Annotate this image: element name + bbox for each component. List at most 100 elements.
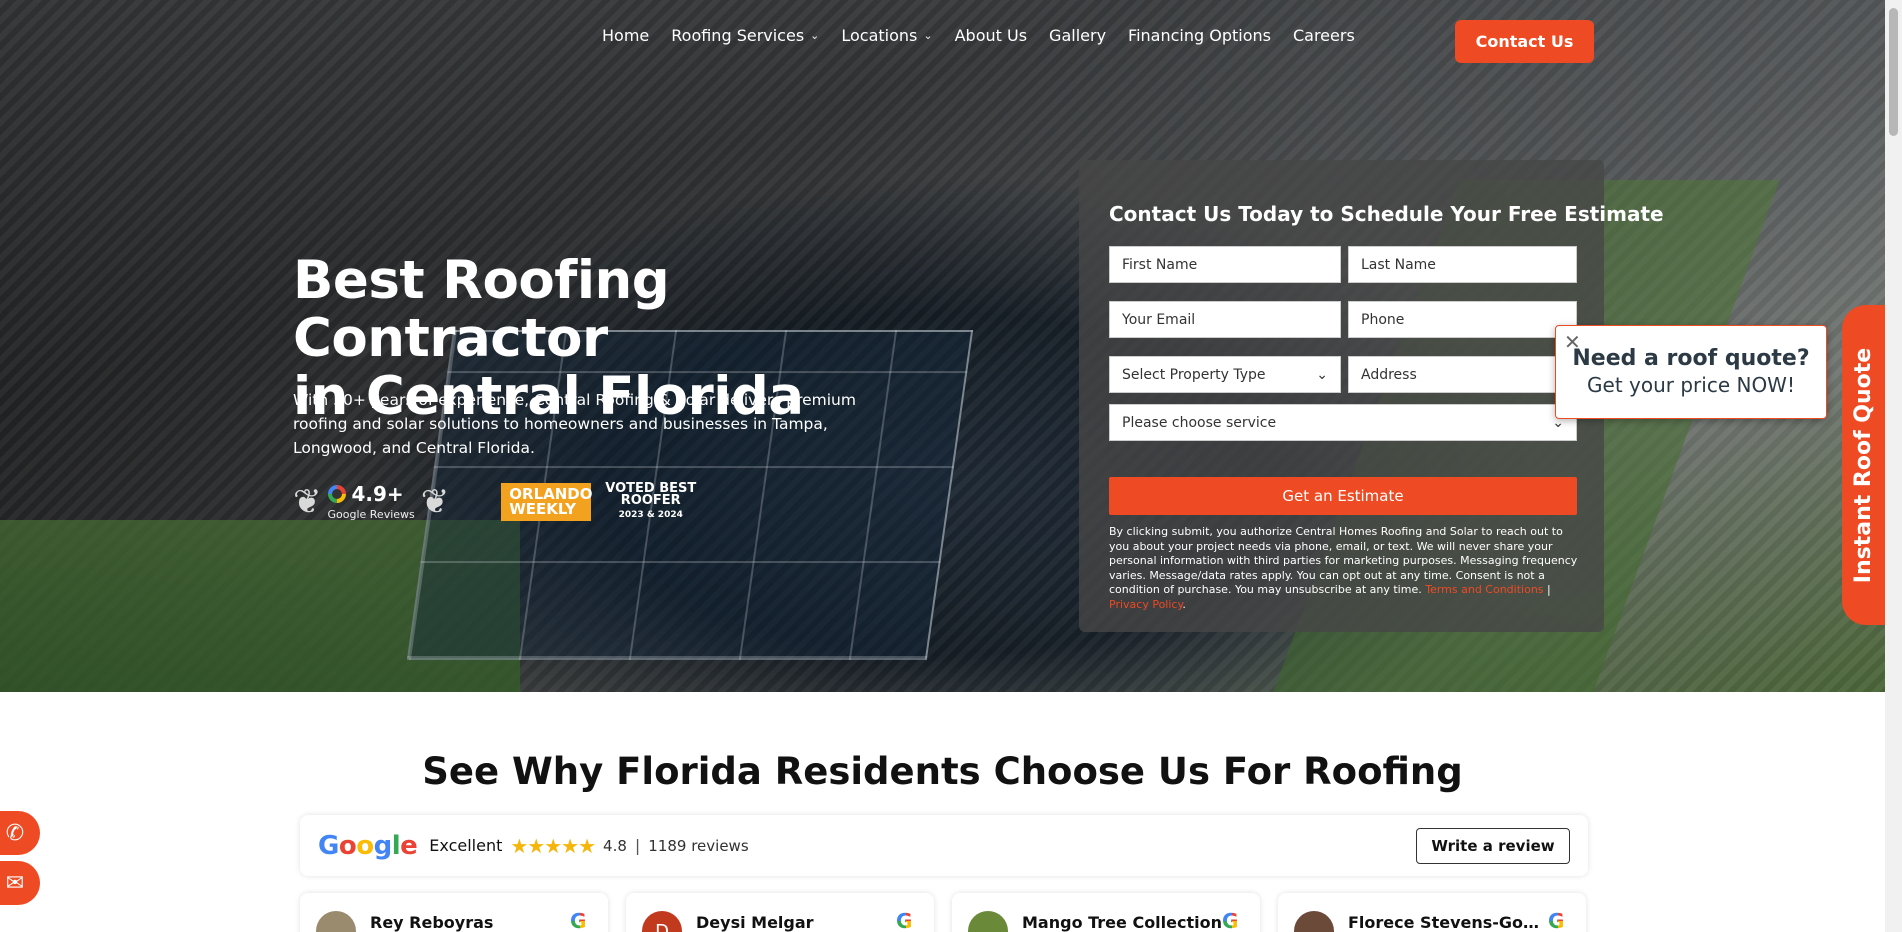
avatar [1294,911,1334,932]
review-card[interactable]: Rey Reboyras G [300,893,608,932]
review-separator: | [634,836,641,855]
voted-best-badge: VOTED BEST ROOFER 2023 & 2024 [605,482,696,521]
nav-financing-options[interactable]: Financing Options [1128,26,1271,45]
google-rating-badge: 4.9+ Google Reviews [327,482,415,521]
nav-locations[interactable]: Locations ⌄ [841,26,932,45]
address-field[interactable]: Address [1348,356,1577,393]
nav-home-label: Home [602,26,650,45]
nav-about-us[interactable]: About Us [955,26,1027,45]
reviews-section-title: See Why Florida Residents Choose Us For … [422,750,1463,793]
first-name-field[interactable]: First Name [1109,246,1341,283]
laurel-right-icon: ❦ [420,481,450,522]
google-review-summary: Google Excellent ★★★★★ 4.8 | 1189 review… [300,815,1588,876]
google-logo-letter: e [400,830,418,861]
review-cards: Rey Reboyras G D Deysi Melgar G Mango Tr… [300,893,1586,932]
avatar [968,911,1008,932]
page-scrollbar[interactable] [1885,0,1902,932]
property-type-value: Select Property Type [1122,366,1266,383]
instant-roof-quote-tab[interactable]: Instant Roof Quote [1842,305,1886,625]
email-float-button[interactable]: ✉ [0,861,40,905]
property-type-select[interactable]: Select Property Type ⌄ [1109,356,1341,393]
page: Home Roofing Services ⌄ Locations ⌄ About … [0,0,1902,932]
review-card[interactable]: Mango Tree Collection G [952,893,1260,932]
write-review-button[interactable]: Write a review [1416,827,1570,864]
close-icon[interactable]: ✕ [1564,332,1581,352]
scrollbar-thumb[interactable] [1889,8,1898,136]
hero-title-line1: Best Roofing Contractor [293,250,670,369]
phone-placeholder: Phone [1361,311,1405,328]
trust-badges: ❦ 4.9+ Google Reviews ❦ ORLANDO WEEKLY V… [293,481,696,522]
nav-about-us-label: About Us [954,26,1028,45]
last-name-field[interactable]: Last Name [1348,246,1577,283]
ow-line2: WEEKLY [509,499,577,518]
google-logo-letter: o [338,830,357,861]
chevron-down-icon: ⌄ [923,29,933,42]
review-count: 1189 reviews [648,836,749,855]
form-title: Contact Us Today to Schedule Your Free E… [1109,202,1664,226]
mail-icon: ✉ [5,870,25,896]
google-icon: G [1548,911,1568,931]
nav-home[interactable]: Home [602,26,649,45]
contact-us-button[interactable]: Contact Us [1455,20,1594,63]
nav-roofing-services-label: Roofing Services [671,26,805,45]
star-rating-icon: ★★★★★ [510,833,596,858]
main-nav: Home Roofing Services ⌄ Locations ⌄ About … [602,26,1355,45]
reviewer-name: Mango Tree Collection [1022,913,1222,932]
instant-roof-quote-label: Instant Roof Quote [1851,347,1877,583]
link-divider: | [1547,583,1551,596]
form-disclaimer: By clicking submit, you authorize Centra… [1109,525,1579,612]
review-card[interactable]: D Deysi Melgar G [626,893,934,932]
quote-popup-title: Need a roof quote? [1572,346,1810,371]
get-estimate-button[interactable]: Get an Estimate [1109,477,1577,515]
google-icon: G [1222,911,1242,931]
hero-subtitle: With 30+ years of experience, Central Ro… [293,391,856,457]
google-icon: G [570,911,590,931]
google-reviews-label: Google Reviews [327,508,415,521]
reviewer-name: Rey Reboyras [370,913,494,932]
disclaimer-period: . [1182,597,1186,611]
avatar [316,911,356,932]
estimate-form: Contact Us Today to Schedule Your Free E… [1079,160,1664,632]
email-field[interactable]: Your Email [1109,301,1341,338]
phone-float-button[interactable]: ✆ [0,811,40,855]
address-placeholder: Address [1361,366,1417,383]
google-icon: G [896,911,916,931]
nav-locations-label: Locations [841,26,918,45]
reviewer-name: Florece Stevens-Gonzal... [1348,913,1548,932]
phone-field[interactable]: Phone [1348,301,1577,338]
google-logo-letter: G [318,830,339,861]
nav-careers-label: Careers [1292,26,1355,45]
voted-line2: ROOFER [620,492,681,508]
email-placeholder: Your Email [1122,311,1196,328]
roof-quote-popup[interactable]: ✕ Need a roof quote? Get your price NOW! [1555,325,1827,419]
nav-financing-label: Financing Options [1128,26,1271,45]
service-select[interactable]: Please choose service ⌄ [1109,404,1577,441]
review-score: 4.8 [603,836,627,855]
google-icon [327,485,346,503]
google-logo-letter: l [391,830,401,861]
google-rating: 4.9+ [351,482,404,506]
nav-roofing-services[interactable]: Roofing Services ⌄ [671,26,819,45]
google-logo-letter: o [356,830,374,861]
orlando-weekly-logo: ORLANDO WEEKLY [501,482,593,521]
avatar: D [642,911,682,932]
quote-popup-subtitle: Get your price NOW! [1587,373,1795,397]
privacy-link[interactable]: Privacy Policy [1109,598,1182,611]
laurel-left-icon: ❦ [293,481,322,522]
terms-link[interactable]: Terms and Conditions [1425,583,1543,596]
service-value: Please choose service [1122,414,1277,431]
nav-gallery-label: Gallery [1049,26,1107,45]
reviewer-name: Deysi Melgar [696,913,814,932]
review-card[interactable]: Florece Stevens-Gonzal... G [1278,893,1586,932]
phone-icon: ✆ [5,820,25,846]
first-name-placeholder: First Name [1122,256,1198,273]
rating-word: Excellent [429,836,503,855]
chevron-down-icon: ⌄ [1316,366,1328,383]
nav-gallery[interactable]: Gallery [1049,26,1106,45]
google-logo: Google [318,830,418,861]
nav-careers[interactable]: Careers [1293,26,1355,45]
google-logo-letter: g [373,830,393,861]
last-name-placeholder: Last Name [1361,256,1436,273]
voted-years: 2023 & 2024 [618,509,683,520]
chevron-down-icon: ⌄ [810,29,820,42]
